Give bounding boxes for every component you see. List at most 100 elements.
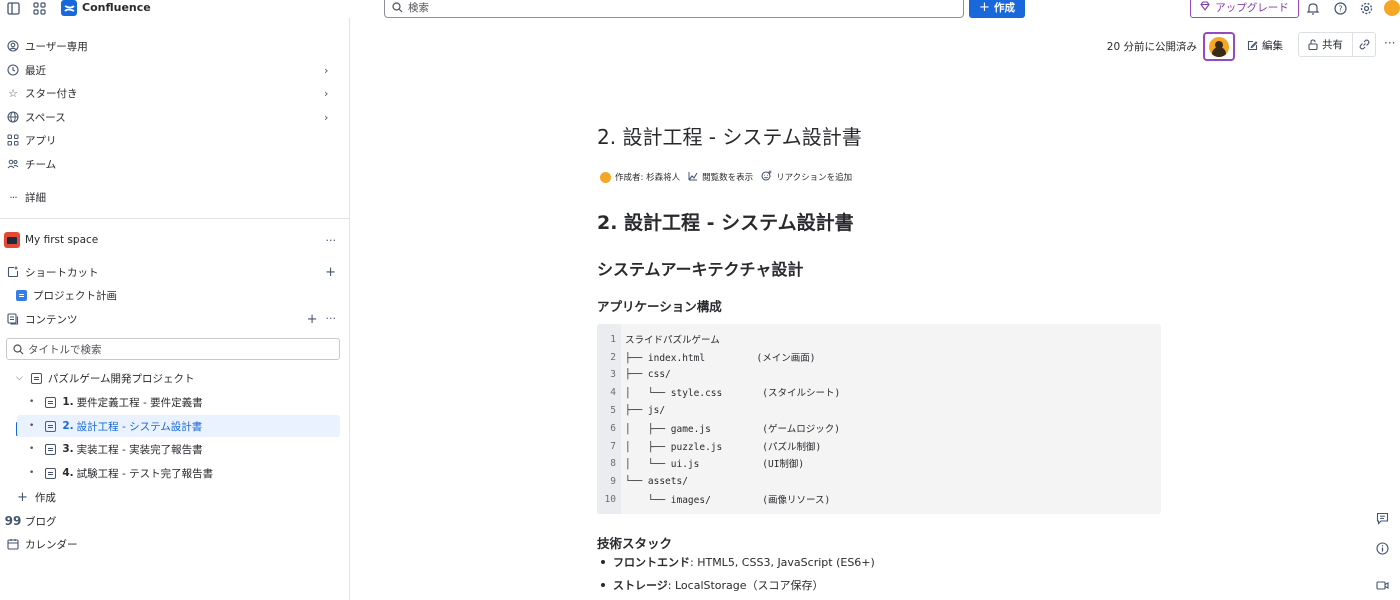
shortcut-add-icon [6, 265, 20, 279]
more-icon: ··· [9, 190, 18, 204]
info-icon[interactable] [1374, 540, 1390, 556]
list-item-key: ストレージ [613, 579, 668, 592]
apps-icon [6, 133, 20, 147]
space-more-icon[interactable]: ··· [326, 234, 337, 247]
page-icon [16, 289, 27, 301]
page-byline: 作成者: 杉森将人 閲覧数を表示 リアクションを追加 [600, 170, 852, 184]
edit-button-label: 編集 [1262, 40, 1283, 52]
help-icon[interactable]: ? [1333, 1, 1347, 15]
space-name: My first space [25, 234, 99, 246]
confluence-logo-icon[interactable] [61, 0, 77, 16]
add-shortcut-plus-icon[interactable]: + [325, 265, 336, 280]
page-icon [30, 372, 42, 384]
tree-item-child-3[interactable]: • 3. 実装工程 - 実装完了報告書 [0, 438, 350, 460]
space-header[interactable]: My first space ··· [0, 229, 350, 251]
global-search-input[interactable]: 検索 [384, 0, 964, 18]
sidebar: ユーザー専用 最近 › ☆ スター付き › スペース › アプリ チーム ···… [0, 18, 350, 600]
chevron-right-icon[interactable]: › [324, 111, 328, 124]
add-content-plus-icon[interactable]: + [307, 312, 318, 327]
add-reaction-icon [761, 170, 772, 184]
heading-architecture: システムアーキテクチャ設計 [597, 260, 804, 279]
sidebar-item-for-you[interactable]: ユーザー専用 [0, 35, 350, 57]
sidebar-item-label: アプリ [25, 134, 57, 147]
settings-gear-icon[interactable] [1359, 1, 1373, 15]
share-button-label: 共有 [1322, 39, 1343, 51]
comments-icon[interactable] [1374, 510, 1390, 526]
app-name[interactable]: Confluence [82, 1, 151, 14]
tree-item-label: 試験工程 - テスト完了報告書 [76, 467, 214, 480]
heading-tech-stack: 技術スタック [597, 536, 673, 551]
tree-item-child-1[interactable]: • 1. 要件定義工程 - 要件定義書 [0, 391, 350, 413]
bullet-icon: • [29, 397, 35, 407]
title-search-input[interactable]: タイトルで検索 [6, 338, 340, 360]
list-item-value: : LocalStorage（スコア保存） [667, 579, 824, 592]
video-record-icon[interactable] [1374, 577, 1390, 593]
profile-avatar[interactable] [1384, 0, 1400, 16]
sidebar-item-teams[interactable]: チーム [0, 153, 350, 175]
list-item-value: : HTML5, CSS3, JavaScript (ES6+) [690, 555, 875, 569]
plus-icon: + [979, 0, 990, 15]
sidebar-create-item[interactable]: + 作成 [0, 486, 350, 508]
shortcuts-section[interactable]: ショートカット + [0, 261, 350, 283]
chevron-down-icon[interactable]: ⌵ [16, 373, 23, 383]
sidebar-item-label: スペース [25, 111, 66, 124]
content-label: コンテンツ [25, 313, 78, 326]
upgrade-button[interactable]: アップグレード [1190, 0, 1299, 18]
code-line: 10 └── images/ (画像リソース) [604, 493, 831, 507]
sidebar-item-calendar[interactable]: カレンダー [0, 533, 350, 555]
byline-author[interactable]: 作成者: 杉森将人 [615, 171, 680, 183]
tree-item-label: 実装工程 - 実装完了報告書 [76, 443, 203, 456]
byline-add-reaction-link[interactable]: リアクションを追加 [776, 171, 852, 183]
tree-item-number: 4. [62, 467, 74, 479]
share-button-group: 共有 [1298, 32, 1376, 57]
code-block[interactable]: 1 スライドパズルゲーム 2 ├── index.html (メイン画面) 3 ├──… [597, 324, 1161, 514]
create-button[interactable]: + 作成 [969, 0, 1025, 18]
shortcut-item-project-plan[interactable]: プロジェクト計画 [0, 284, 350, 306]
bullet-icon [601, 560, 605, 564]
sidebar-toggle-icon[interactable] [6, 1, 20, 15]
chevron-right-icon[interactable]: › [324, 64, 328, 77]
list-item: フロントエンド : HTML5, CSS3, JavaScript (ES6+) [601, 554, 875, 570]
tree-item-number: 1. [62, 396, 74, 408]
author-avatar[interactable] [600, 171, 611, 183]
main-content: 20 分前に公開済み 編集 共有 ··· 2. 設計工程 - システム設計書 作… [350, 18, 1400, 600]
tree-item-label: 設計工程 - システム設計書 [76, 420, 203, 433]
edit-button[interactable]: 編集 [1247, 38, 1283, 53]
upgrade-button-label: アップグレード [1215, 2, 1289, 14]
list-item-key: フロントエンド [613, 556, 690, 569]
notifications-bell-icon[interactable] [1306, 1, 1320, 15]
chevron-right-icon[interactable]: › [324, 87, 328, 100]
sidebar-item-spaces[interactable]: スペース › [0, 106, 350, 128]
byline-view-count-link[interactable]: 閲覧数を表示 [702, 171, 753, 183]
top-navigation-bar: Confluence 検索 + 作成 アップグレード ? [0, 0, 1400, 18]
sidebar-item-apps[interactable]: アプリ [0, 129, 350, 151]
content-section[interactable]: コンテンツ + ··· [0, 308, 350, 330]
bullet-icon [601, 583, 605, 587]
search-placeholder: 検索 [408, 2, 429, 14]
share-button[interactable]: 共有 [1299, 33, 1353, 56]
heading-1: 2. 設計工程 - システム設計書 [597, 212, 854, 234]
analytics-icon [688, 171, 698, 184]
code-line: 7 │ ├── puzzle.js (パズル制御) [610, 440, 822, 454]
sidebar-item-label: スター付き [25, 87, 78, 100]
content-more-icon[interactable]: ··· [326, 312, 337, 327]
sidebar-item-recent[interactable]: 最近 › [0, 59, 350, 81]
app-switcher-icon[interactable] [32, 1, 46, 15]
tree-item-child-2[interactable]: • 2. 設計工程 - システム設計書 [17, 415, 340, 437]
content-pages-icon [6, 312, 20, 326]
sidebar-item-more[interactable]: ··· 詳細 [0, 186, 350, 208]
star-icon: ☆ [8, 86, 18, 100]
bullet-icon: • [29, 468, 35, 478]
page-more-actions-icon[interactable]: ··· [1384, 36, 1395, 50]
sidebar-item-blog[interactable]: 99 ブログ [0, 510, 350, 532]
quote-icon: 99 [4, 514, 22, 528]
sidebar-item-label: 詳細 [25, 191, 46, 204]
copy-link-icon[interactable] [1353, 39, 1375, 50]
lock-icon [1308, 39, 1318, 50]
page-icon [45, 420, 57, 432]
page-owner-avatar[interactable] [1203, 32, 1235, 61]
sidebar-item-label: 最近 [25, 64, 46, 77]
tree-item-child-4[interactable]: • 4. 試験工程 - テスト完了報告書 [0, 462, 350, 484]
sidebar-item-starred[interactable]: ☆ スター付き › [0, 82, 350, 104]
tree-item-parent[interactable]: ⌵ パズルゲーム開発プロジェクト [0, 367, 350, 389]
